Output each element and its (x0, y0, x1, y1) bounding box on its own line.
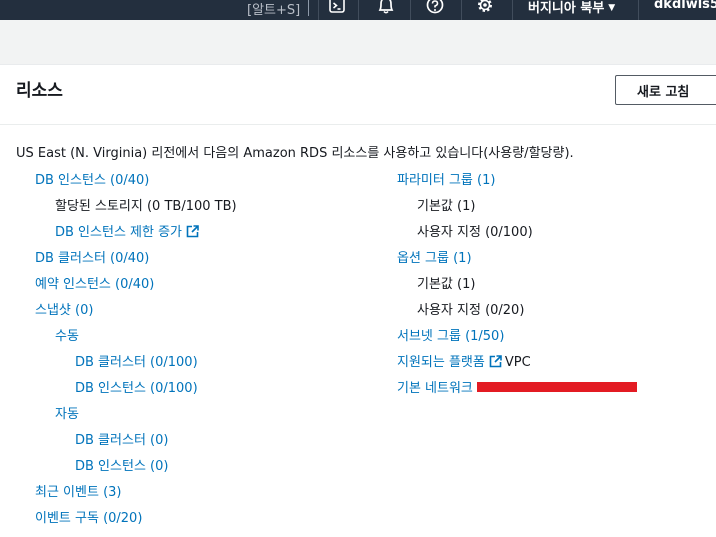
list-item: 사용자 지정 (0/20) (397, 302, 637, 328)
link-스냅샷[interactable]: 스냅샷 (0) (35, 303, 93, 318)
link-서브넷-그룹[interactable]: 서브넷 그룹 (1/50) (397, 329, 504, 344)
search-shortcut-hint: [알트+S] (247, 3, 301, 18)
nav-divider (461, 0, 462, 20)
link-DB-인스턴스-제한-증가[interactable]: DB 인스턴스 제한 증가 (55, 225, 182, 240)
label-기본값: 기본값 (1) (417, 199, 476, 214)
resource-summary-text: US East (N. Virginia) 리전에서 다음의 Amazon RD… (16, 146, 574, 161)
link-자동[interactable]: 자동 (55, 407, 79, 422)
list-item: 서브넷 그룹 (1/50) (397, 328, 637, 354)
list-item: DB 인스턴스 제한 증가 (35, 224, 237, 250)
label-사용자-지정: 사용자 지정 (0/100) (417, 225, 533, 240)
list-item: DB 클러스터 (0) (35, 432, 237, 458)
resource-list-right: 파라미터 그룹 (1) 기본값 (1) 사용자 지정 (0/100) 옵션 그룹 (1… (397, 172, 637, 406)
list-item: 옵션 그룹 (1) (397, 250, 637, 276)
breadcrumb-band (0, 20, 716, 65)
label-기본값: 기본값 (1) (417, 277, 476, 292)
link-DB-인스턴스[interactable]: DB 인스턴스 (0) (75, 459, 168, 474)
panel-title: 리소스 (16, 81, 63, 101)
label-사용자-지정: 사용자 지정 (0/20) (417, 303, 525, 318)
list-item: 기본값 (1) (397, 198, 637, 224)
list-item: 기본 네트워크 (397, 380, 637, 406)
gear-icon[interactable] (476, 0, 496, 14)
link-옵션-그룹[interactable]: 옵션 그룹 (1) (397, 251, 472, 266)
link-DB-인스턴스[interactable]: DB 인스턴스 (0/100) (75, 381, 198, 396)
panel-divider (0, 124, 716, 125)
external-link-icon (489, 355, 502, 368)
list-item: 기본값 (1) (397, 276, 637, 302)
nav-divider (358, 0, 359, 20)
list-item: 사용자 지정 (0/100) (397, 224, 637, 250)
label-할당된-스토리지: 할당된 스토리지 (0 TB/100 TB) (55, 199, 237, 214)
bell-icon[interactable] (377, 0, 397, 14)
link-기본-네트워크[interactable]: 기본 네트워크 (397, 381, 473, 396)
list-item: 최근 이벤트 (3) (35, 484, 237, 510)
list-item: 예약 인스턴스 (0/40) (35, 276, 237, 302)
top-navigation-bar: [알트+S] 버지니아 북부▼ dkdlwls57 (0, 0, 716, 20)
list-item: 자동 (35, 406, 237, 432)
link-이벤트-구독[interactable]: 이벤트 구독 (0/20) (35, 511, 142, 526)
region-selector[interactable]: 버지니아 북부 ▼ (528, 0, 615, 16)
link-파라미터-그룹[interactable]: 파라미터 그룹 (1) (397, 173, 495, 188)
refresh-button[interactable]: 새로 고침 (615, 75, 716, 105)
list-item: 수동 (35, 328, 237, 354)
account-menu[interactable]: dkdlwls576 (654, 0, 716, 12)
link-DB-인스턴스[interactable]: DB 인스턴스 (0/40) (35, 173, 149, 188)
external-link-icon (186, 225, 199, 238)
list-item: 파라미터 그룹 (1) (397, 172, 637, 198)
list-item: DB 클러스터 (0/100) (35, 354, 237, 380)
link-DB-클러스터[interactable]: DB 클러스터 (0/100) (75, 355, 198, 370)
cloudshell-icon[interactable] (329, 0, 349, 14)
link-DB-클러스터[interactable]: DB 클러스터 (0) (75, 433, 168, 448)
list-item: 이벤트 구독 (0/20) (35, 510, 237, 536)
link-최근-이벤트[interactable]: 최근 이벤트 (3) (35, 485, 121, 500)
platform-value: VPC (504, 355, 531, 370)
redaction-mark (476, 382, 637, 392)
link-지원되는-플랫폼[interactable]: 지원되는 플랫폼 (397, 355, 485, 370)
list-item: 지원되는 플랫폼 VPC (397, 354, 637, 380)
help-icon[interactable] (426, 0, 446, 14)
search-box-edge[interactable] (308, 0, 309, 16)
resource-list-left: DB 인스턴스 (0/40) 할당된 스토리지 (0 TB/100 TB) DB 인… (35, 172, 237, 536)
link-수동[interactable]: 수동 (55, 329, 79, 344)
link-DB-클러스터[interactable]: DB 클러스터 (0/40) (35, 251, 149, 266)
list-item: DB 인스턴스 (0/40) (35, 172, 237, 198)
nav-divider (638, 0, 639, 20)
list-item: 할당된 스토리지 (0 TB/100 TB) (35, 198, 237, 224)
list-item: DB 인스턴스 (0) (35, 458, 237, 484)
list-item: DB 인스턴스 (0/100) (35, 380, 237, 406)
list-item: 스냅샷 (0) (35, 302, 237, 328)
list-item: DB 클러스터 (0/40) (35, 250, 237, 276)
link-예약-인스턴스[interactable]: 예약 인스턴스 (0/40) (35, 277, 154, 292)
region-label: 버지니아 북부 (528, 1, 605, 16)
caret-down-icon: ▼ (608, 3, 616, 13)
nav-divider (410, 0, 411, 20)
nav-divider (318, 0, 319, 20)
nav-divider (512, 0, 513, 20)
